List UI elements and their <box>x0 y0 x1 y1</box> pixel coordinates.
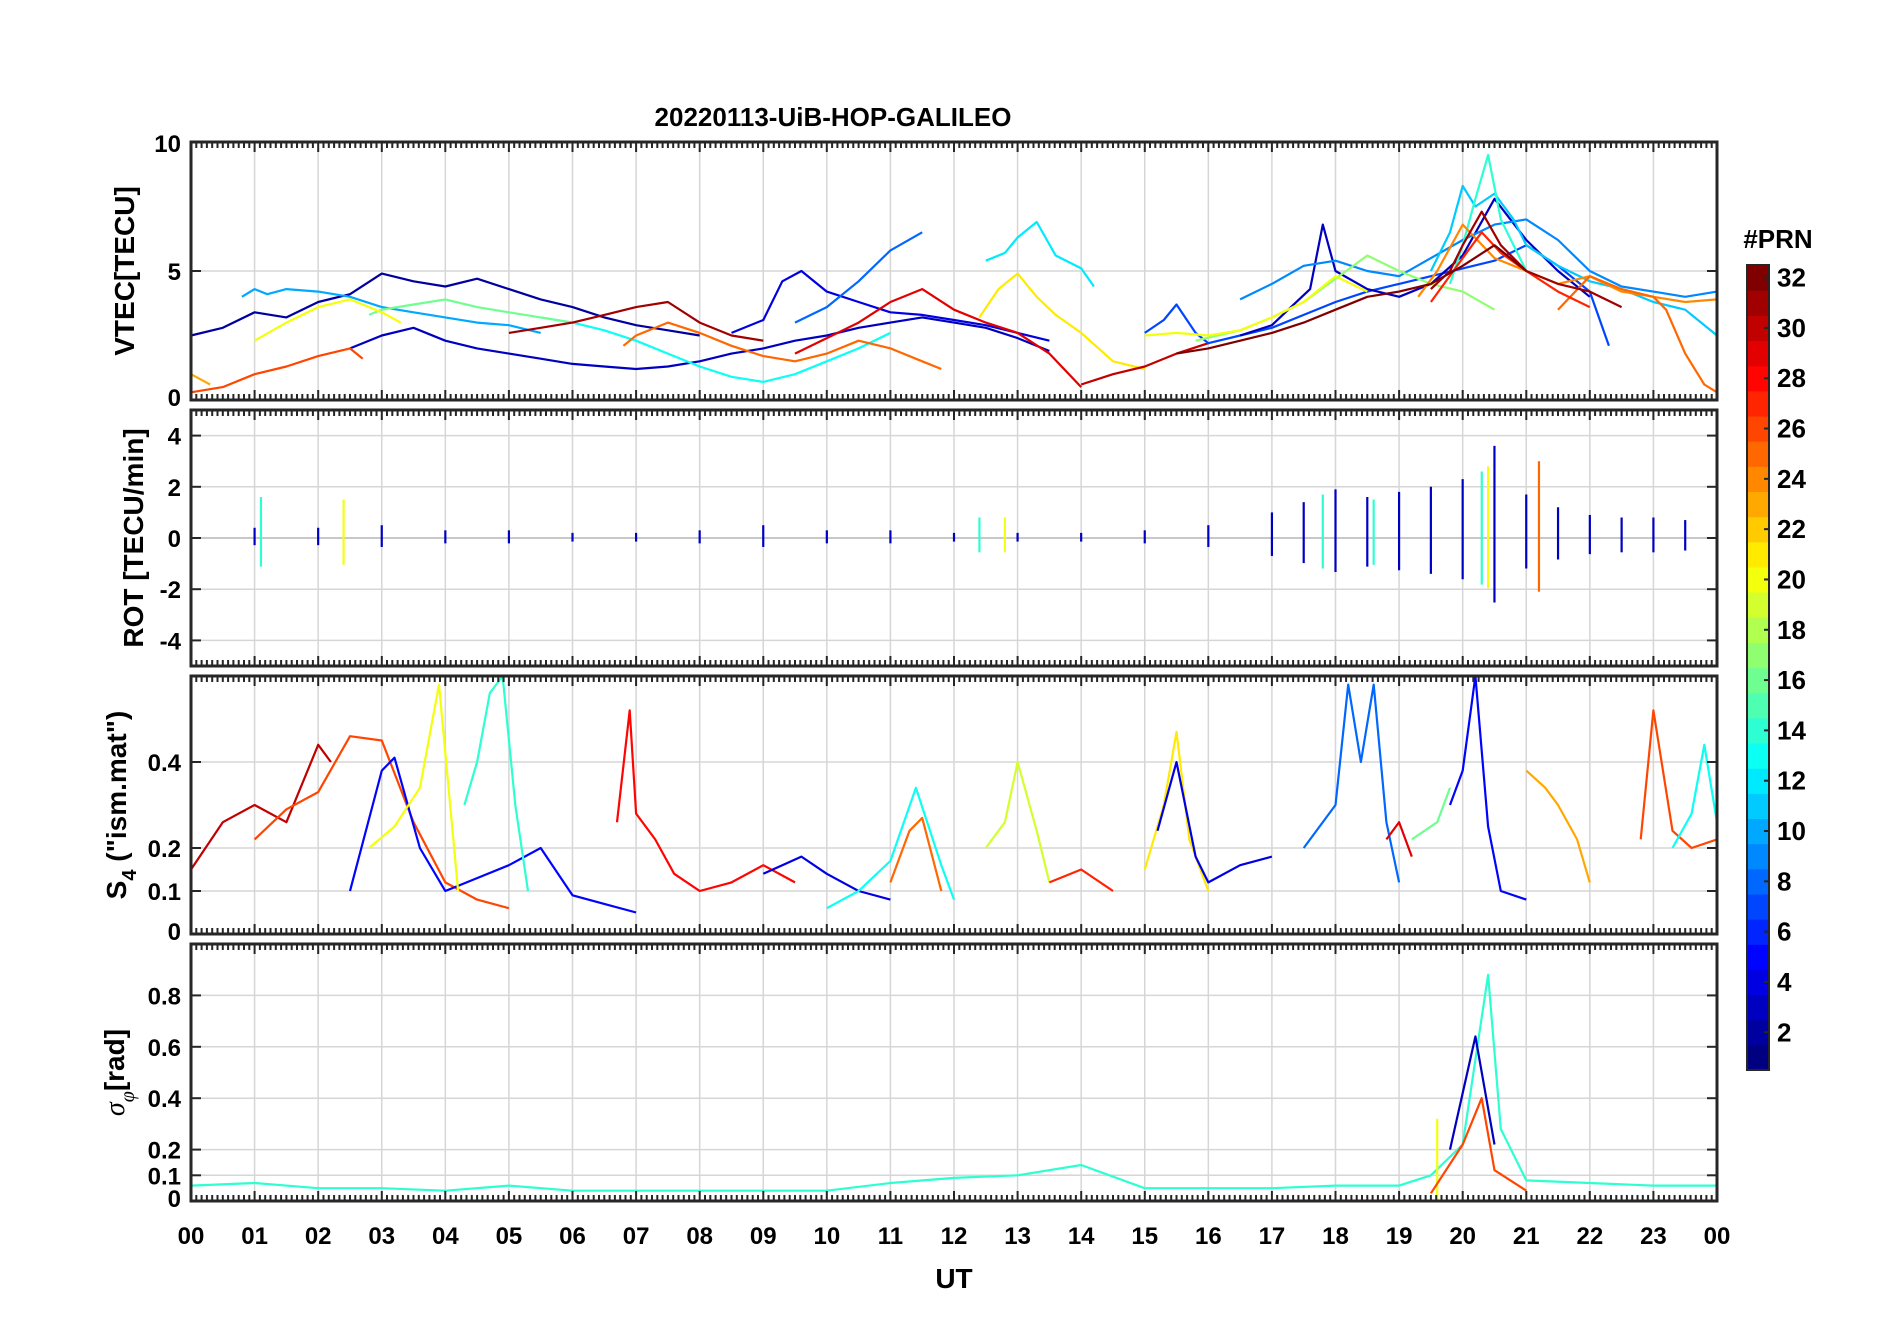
y-tick-label: 0.1 <box>148 879 181 906</box>
colorbar-segment <box>1747 944 1769 970</box>
x-tick-label: 22 <box>1576 1223 1603 1250</box>
colorbar-tick-label: 20 <box>1777 564 1806 594</box>
x-tick-label: 03 <box>368 1223 395 1250</box>
colorbar-tick-label: 10 <box>1777 816 1806 846</box>
colorbar-segment <box>1747 994 1769 1021</box>
y-axis-label: VTEC[TECU] <box>109 186 140 356</box>
x-tick-label: 17 <box>1259 1223 1286 1250</box>
colorbar-tick-label: 6 <box>1777 917 1791 947</box>
y-tick-label: 5 <box>168 259 181 286</box>
colorbar-segment <box>1747 793 1769 820</box>
panel-sigphi: 00.10.20.40.60.8σφ[rad] <box>99 942 1719 1213</box>
y-tick-label: 0.6 <box>148 1035 181 1062</box>
x-tick-label: 00 <box>1704 1223 1731 1250</box>
colorbar-tick-label: 22 <box>1777 514 1806 544</box>
colorbar-segment <box>1747 742 1769 769</box>
panels: 0510VTEC[TECU]-4-2024ROT [TECU/min]00.10… <box>99 131 1730 1250</box>
colorbar-tick-label: 2 <box>1777 1017 1791 1047</box>
colorbar-tick-label: 26 <box>1777 414 1806 444</box>
x-tick-label: 16 <box>1195 1223 1222 1250</box>
x-tick-label: 05 <box>496 1223 523 1250</box>
x-tick-label: 12 <box>941 1223 968 1250</box>
y-tick-label: -4 <box>160 628 182 655</box>
colorbar-segment <box>1747 541 1769 568</box>
y-tick-label: 0 <box>168 919 181 946</box>
x-tick-label: 13 <box>1004 1223 1031 1250</box>
x-tick-label: 20 <box>1449 1223 1476 1250</box>
colorbar-segment <box>1747 1044 1769 1071</box>
y-axis-label: S4 ("ism.mat") <box>101 711 141 900</box>
y-tick-label: 0.4 <box>148 750 182 777</box>
x-tick-labels: 00 01 02 03 04 05 06 07 08 09 10 11 12 13 14 15 16 17 18 19… <box>178 1223 1731 1250</box>
x-axis-label: UT <box>935 1263 972 1294</box>
y-tick-label: 0 <box>168 385 181 412</box>
x-tick-label: 23 <box>1640 1223 1667 1250</box>
chart: 20220113-UiB-HOP-GALILEO 0510VTEC[TECU]-… <box>99 102 1813 1294</box>
panel-s4: 0 0.1 0.2 0.4 S4 ("ism.mat") <box>101 674 1719 946</box>
panel-vtec: 0 5 10 VTEC[TECU] <box>109 131 1719 412</box>
colorbar-segment <box>1747 441 1769 467</box>
y-tick-label: 0.4 <box>148 1086 182 1113</box>
y-tick-label: 0.2 <box>148 836 181 863</box>
x-tick-label: 06 <box>559 1223 586 1250</box>
x-tick-label: 07 <box>623 1223 650 1250</box>
x-tick-label: 10 <box>813 1223 840 1250</box>
y-tick-label: 4 <box>168 424 182 451</box>
colorbar-tick-label: 8 <box>1777 866 1791 896</box>
colorbar-segment <box>1747 692 1769 719</box>
colorbar-tick-label: 4 <box>1777 967 1792 997</box>
colorbar-tick-label: 18 <box>1777 615 1806 645</box>
y-tick-label: 0.1 <box>148 1163 181 1190</box>
colorbar-tick-label: 28 <box>1777 363 1806 393</box>
colorbar-title: #PRN <box>1743 224 1812 254</box>
colorbar-tick-label: 24 <box>1777 464 1806 494</box>
colorbar-segment <box>1747 642 1769 669</box>
x-tick-label: 14 <box>1068 1223 1095 1250</box>
colorbar-segment <box>1747 843 1769 870</box>
x-tick-label: 02 <box>305 1223 332 1250</box>
chart-title: 20220113-UiB-HOP-GALILEO <box>655 102 1012 132</box>
x-tick-label: 19 <box>1386 1223 1413 1250</box>
x-tick-label: 18 <box>1322 1223 1349 1250</box>
x-tick-label: 08 <box>686 1223 713 1250</box>
colorbar-segment <box>1747 390 1769 417</box>
y-tick-label: 0 <box>168 526 181 553</box>
colorbar: #PRN 2468101214161820222426283032 <box>1743 224 1813 1071</box>
x-tick-label: 15 <box>1131 1223 1158 1250</box>
y-tick-label: 0.2 <box>148 1138 181 1165</box>
x-tick-label: 04 <box>432 1223 459 1250</box>
y-tick-label: -2 <box>160 577 181 604</box>
colorbar-tick-label: 32 <box>1777 263 1806 293</box>
x-tick-label: 21 <box>1513 1223 1540 1250</box>
colorbar-segment <box>1747 340 1769 367</box>
colorbar-tick-label: 12 <box>1777 766 1806 796</box>
colorbar-segment <box>1747 592 1769 618</box>
colorbar-segment <box>1747 893 1769 920</box>
y-tick-label: 0.8 <box>148 983 181 1010</box>
y-tick-label: 10 <box>154 131 181 158</box>
colorbar-tick-label: 14 <box>1777 715 1806 745</box>
x-tick-label: 00 <box>178 1223 205 1250</box>
x-tick-label: 09 <box>750 1223 777 1250</box>
y-tick-label: 2 <box>168 475 181 502</box>
x-tick-label: 01 <box>241 1223 268 1250</box>
x-tick-label: 11 <box>878 1223 903 1250</box>
y-axis-label: σφ[rad] <box>99 1029 139 1116</box>
y-axis-label: ROT [TECU/min] <box>118 428 149 647</box>
panel-rot: -4 -2 0 2 4 ROT [TECU/min] <box>118 408 1719 668</box>
colorbar-tick-label: 30 <box>1777 313 1806 343</box>
colorbar-segment <box>1747 290 1769 316</box>
colorbar-tick-label: 16 <box>1777 665 1806 695</box>
colorbar-segment <box>1747 491 1769 518</box>
